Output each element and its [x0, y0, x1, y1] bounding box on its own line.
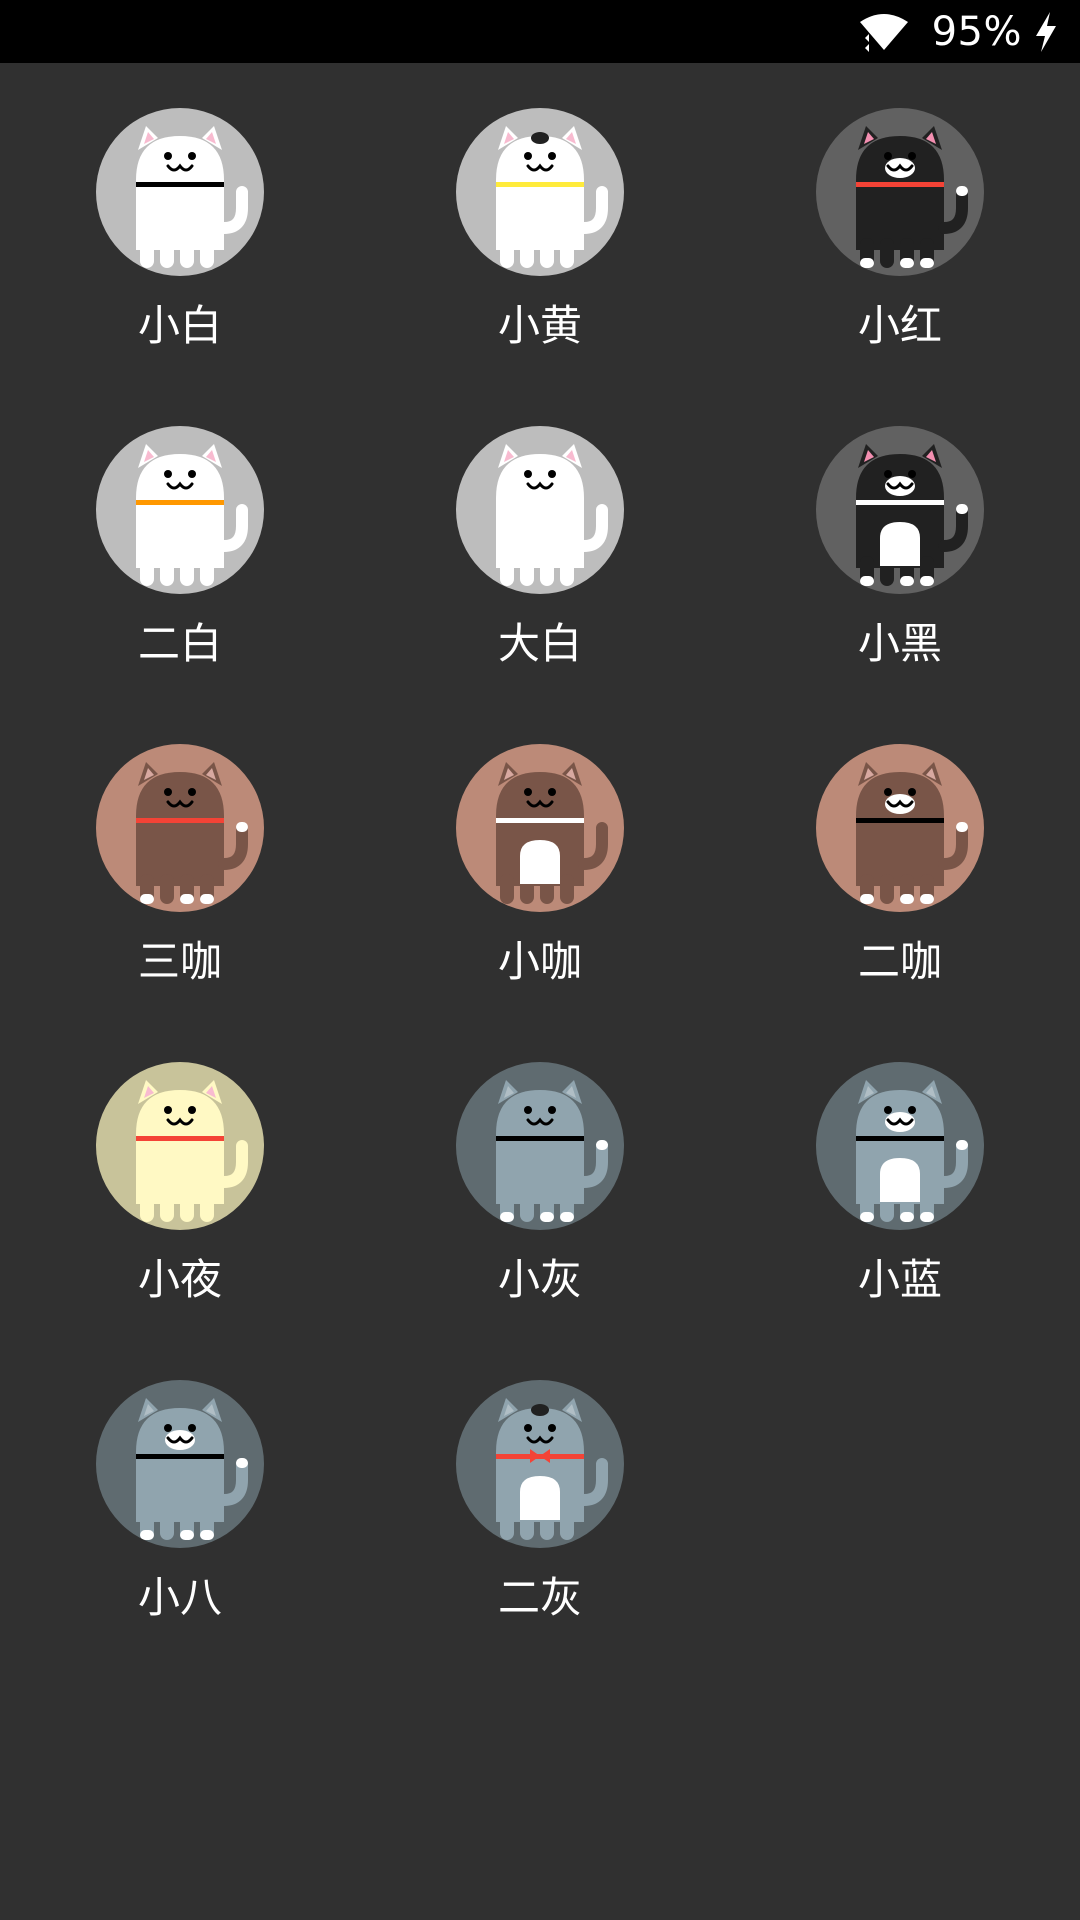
cat-item[interactable]: 小黄 [360, 63, 720, 381]
cat-icon[interactable] [456, 108, 624, 276]
cat-item[interactable]: 二白 [0, 381, 360, 699]
cat-name-label: 三咖 [137, 937, 222, 986]
cat-icon[interactable] [96, 744, 264, 912]
cat-grid: 小白 小黄 小红二白 大白 小黑三咖 小咖 二咖小夜 小灰 小蓝小八 二灰 [0, 63, 1080, 1920]
cat-item[interactable]: 小白 [0, 63, 360, 381]
cat-item[interactable]: 小灰 [360, 1017, 720, 1335]
cat-item[interactable]: 小夜 [0, 1017, 360, 1335]
cat-name-label: 大白 [497, 619, 582, 668]
cat-name-label: 小蓝 [857, 1255, 942, 1304]
cat-item[interactable]: 小红 [720, 63, 1080, 381]
cat-item[interactable]: 三咖 [0, 699, 360, 1017]
cat-name-label: 小咖 [497, 937, 582, 986]
cat-name-label: 二灰 [497, 1573, 582, 1622]
cat-icon[interactable] [816, 744, 984, 912]
cat-icon[interactable] [816, 426, 984, 594]
wifi-icon [859, 13, 908, 52]
cat-item[interactable]: 小八 [0, 1335, 360, 1653]
cat-name-label: 小白 [137, 301, 222, 350]
cat-item[interactable]: 二咖 [720, 699, 1080, 1017]
status-bar: 95% [0, 0, 1080, 63]
cat-icon[interactable] [96, 426, 264, 594]
cat-icon[interactable] [96, 108, 264, 276]
cat-name-label: 小红 [857, 301, 942, 350]
cat-icon[interactable] [96, 1062, 264, 1230]
battery-percentage: 95% [931, 8, 1022, 55]
cat-item[interactable]: 小黑 [720, 381, 1080, 699]
cat-item[interactable]: 二灰 [360, 1335, 720, 1653]
cat-name-label: 小灰 [497, 1255, 582, 1304]
cat-icon[interactable] [96, 1380, 264, 1548]
cat-icon[interactable] [816, 1062, 984, 1230]
cat-icon[interactable] [456, 1062, 624, 1230]
cat-icon[interactable] [816, 108, 984, 276]
cat-icon[interactable] [456, 426, 624, 594]
cat-item[interactable]: 小蓝 [720, 1017, 1080, 1335]
cat-name-label: 小八 [137, 1573, 222, 1622]
status-icons: 95% [858, 0, 1060, 63]
cat-name-label: 小黑 [857, 619, 942, 668]
cat-name-label: 二咖 [857, 937, 942, 986]
charging-icon [1036, 11, 1056, 52]
cat-name-label: 小黄 [497, 301, 582, 350]
cat-item[interactable]: 小咖 [360, 699, 720, 1017]
cat-name-label: 小夜 [137, 1255, 222, 1304]
cat-icon[interactable] [456, 744, 624, 912]
cat-item[interactable]: 大白 [360, 381, 720, 699]
cat-name-label: 二白 [137, 619, 222, 668]
cat-icon[interactable] [456, 1380, 624, 1548]
